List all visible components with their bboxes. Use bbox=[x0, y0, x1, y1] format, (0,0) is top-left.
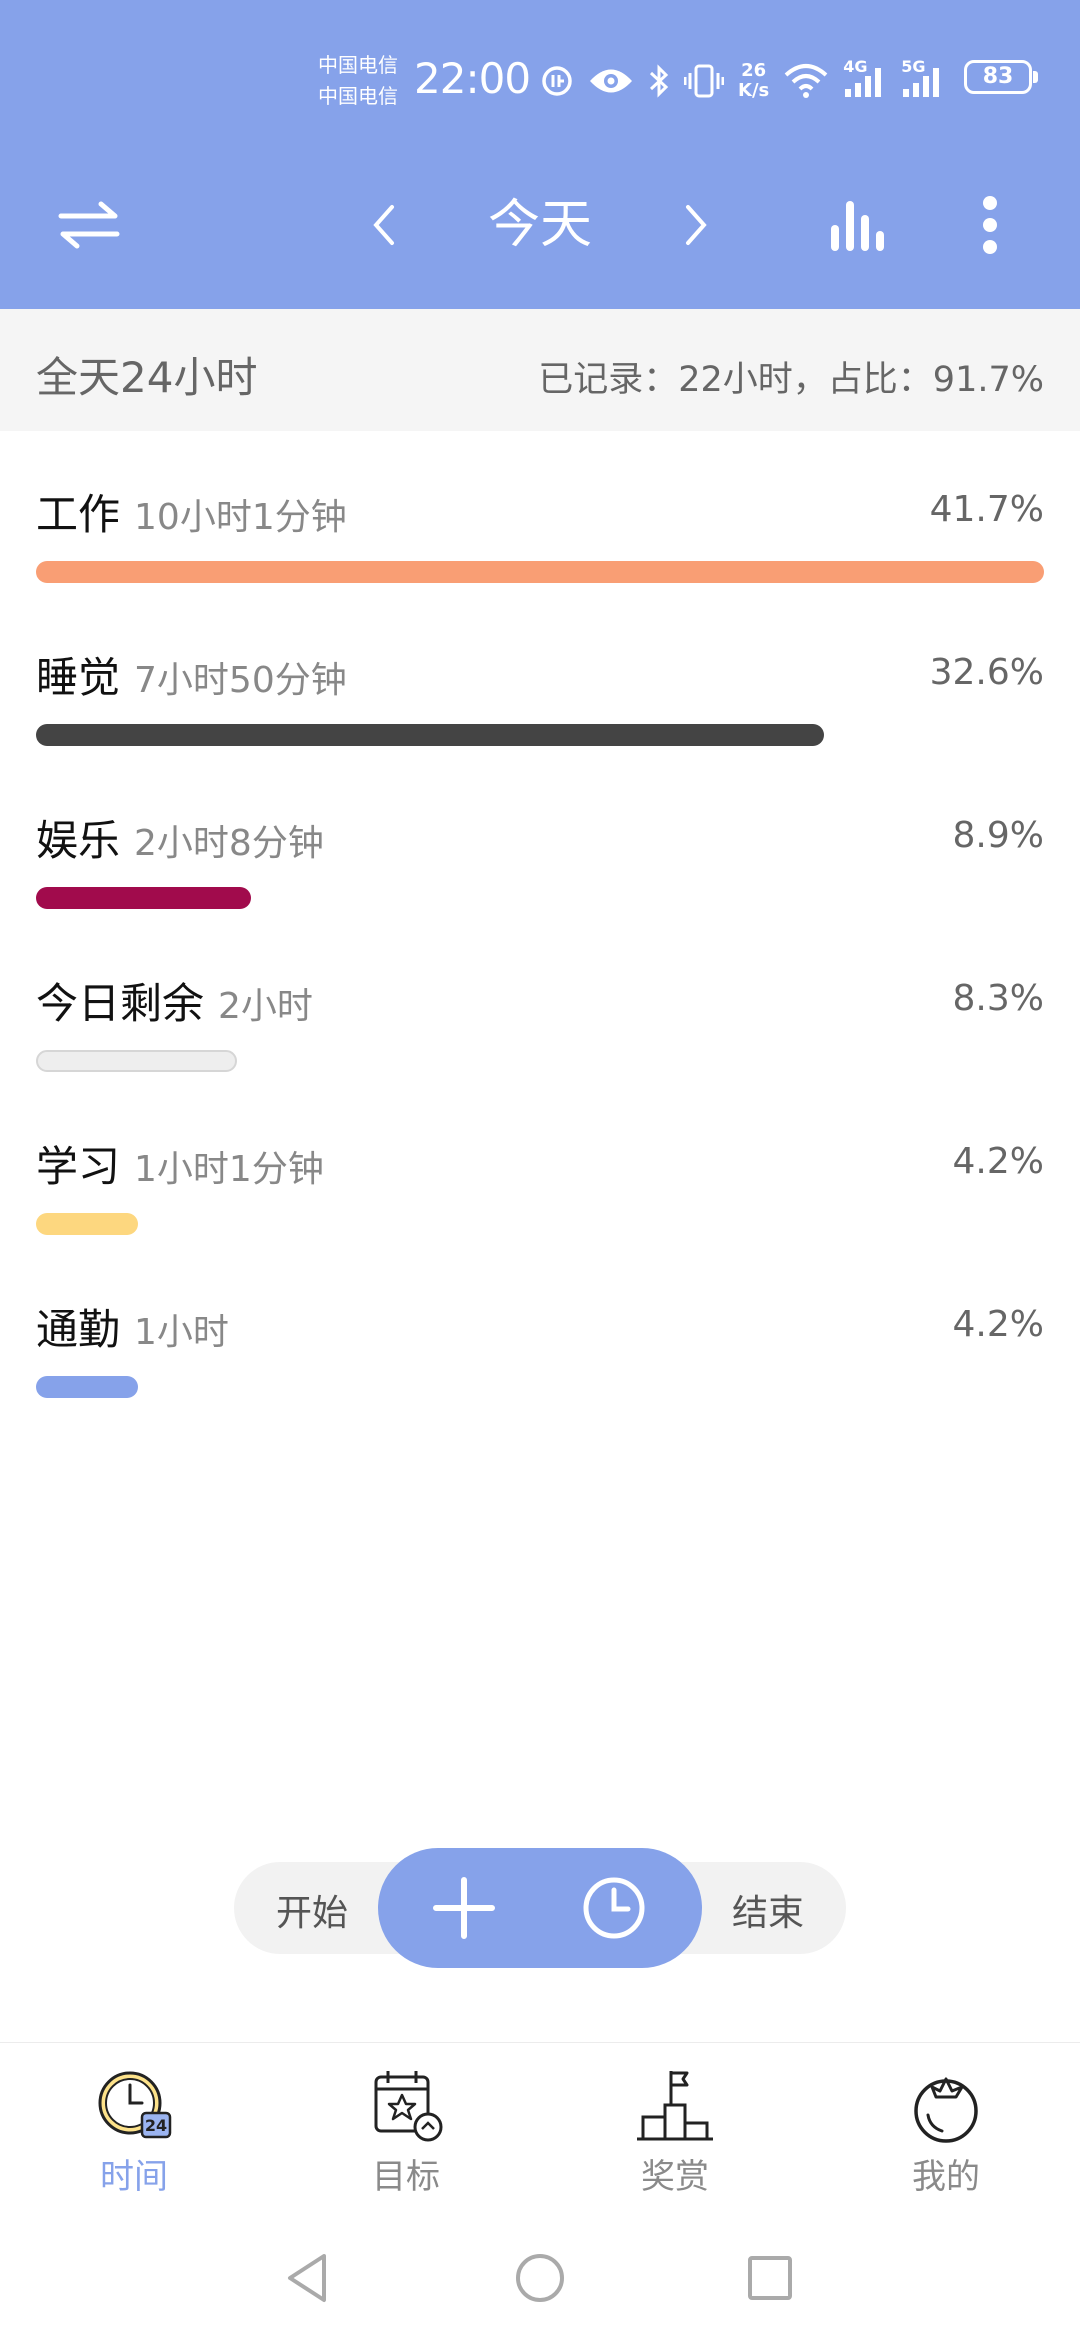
category-bar bbox=[36, 1376, 138, 1398]
nav-item-time[interactable]: 24 时间 bbox=[34, 2065, 234, 2215]
battery-indicator: 83 bbox=[964, 60, 1038, 94]
carrier-2: 中国电信 bbox=[318, 84, 398, 108]
stats-button[interactable] bbox=[803, 170, 913, 280]
category-bar bbox=[36, 561, 1044, 583]
vibrate-icon bbox=[684, 64, 724, 98]
category-name-wrap: 今日剩余 2小时 bbox=[36, 970, 313, 1031]
swap-button[interactable] bbox=[34, 170, 144, 280]
chevron-right-icon bbox=[686, 205, 707, 245]
category-percent: 8.9% bbox=[952, 815, 1044, 856]
eye-icon bbox=[590, 69, 632, 93]
category-percent: 41.7% bbox=[929, 489, 1044, 530]
category-duration: 2小时8分钟 bbox=[134, 823, 324, 864]
plus-icon bbox=[433, 1877, 495, 1939]
nav-item-me[interactable]: 我的 bbox=[846, 2065, 1046, 2215]
system-nav-bar bbox=[0, 2222, 1080, 2340]
tomato-icon bbox=[914, 2077, 978, 2143]
date-title[interactable]: 今天 bbox=[440, 190, 640, 260]
home-icon[interactable] bbox=[513, 2250, 567, 2306]
category-name: 睡觉 bbox=[36, 653, 121, 702]
toolbar: 今天 bbox=[0, 170, 1080, 280]
category-row[interactable]: 通勤 1小时 4.2% bbox=[0, 1246, 1080, 1409]
svg-text:24: 24 bbox=[145, 2116, 167, 2135]
bar-chart-icon bbox=[831, 201, 884, 251]
header: 中国电信 中国电信 22:00 26 K/s 4G 5G 83 今天 bbox=[0, 0, 1080, 309]
signal-5g: 5G bbox=[901, 57, 945, 99]
category-duration: 1小时1分钟 bbox=[134, 1149, 324, 1190]
category-percent: 32.6% bbox=[929, 652, 1044, 693]
category-name: 工作 bbox=[36, 490, 121, 539]
category-name-wrap: 睡觉 7小时50分钟 bbox=[36, 644, 347, 705]
nav-label: 时间 bbox=[100, 2157, 168, 2197]
day-summary: 全天24小时 已记录：22小时，占比：91.7% bbox=[0, 309, 1080, 431]
summary-total: 全天24小时 bbox=[36, 353, 258, 402]
summary-recorded: 已记录：22小时，占比：91.7% bbox=[538, 360, 1044, 400]
category-row[interactable]: 睡觉 7小时50分钟 32.6% bbox=[0, 594, 1080, 757]
clock-24-icon: 24 bbox=[98, 2071, 172, 2139]
category-percent: 8.3% bbox=[952, 978, 1044, 1019]
category-row[interactable]: 学习 1小时1分钟 4.2% bbox=[0, 1083, 1080, 1246]
nav-item-rewards[interactable]: 奖赏 bbox=[575, 2065, 775, 2215]
calendar-star-icon bbox=[374, 2071, 443, 2142]
category-name-wrap: 学习 1小时1分钟 bbox=[36, 1133, 324, 1194]
category-list: 工作 10小时1分钟 41.7% 睡觉 7小时50分钟 32.6% 娱乐 2小时8分钟… bbox=[0, 431, 1080, 1409]
category-name-wrap: 娱乐 2小时8分钟 bbox=[36, 807, 324, 868]
status-time: 22:00 bbox=[414, 54, 531, 103]
category-name: 今日剩余 bbox=[36, 979, 205, 1028]
chevron-left-icon bbox=[373, 205, 394, 245]
category-duration: 10小时1分钟 bbox=[134, 497, 347, 538]
swap-icon bbox=[58, 201, 120, 249]
status-bar: 中国电信 中国电信 22:00 26 K/s 4G 5G 83 bbox=[0, 40, 1080, 120]
category-name: 通勤 bbox=[36, 1305, 121, 1354]
category-name-wrap: 工作 10小时1分钟 bbox=[36, 481, 347, 542]
carrier-1: 中国电信 bbox=[318, 53, 398, 77]
next-day-button[interactable] bbox=[640, 170, 750, 280]
category-row[interactable]: 娱乐 2小时8分钟 8.9% bbox=[0, 757, 1080, 920]
category-bar bbox=[36, 724, 824, 746]
bottom-nav: 24 时间 目标 奖赏 我的 bbox=[0, 2042, 1080, 2223]
recents-icon[interactable] bbox=[744, 2250, 794, 2306]
nav-label: 奖赏 bbox=[641, 2157, 709, 2197]
wifi-icon bbox=[784, 64, 828, 98]
bluetooth-icon bbox=[649, 64, 669, 98]
record-action-bar: 开始 结束 bbox=[234, 1848, 846, 1968]
category-duration: 2小时 bbox=[218, 986, 313, 1027]
timer-button[interactable] bbox=[580, 1874, 648, 1942]
net-speed: 26 K/s bbox=[738, 60, 770, 101]
category-name: 学习 bbox=[36, 1142, 121, 1191]
prev-day-button[interactable] bbox=[330, 170, 440, 280]
category-bar bbox=[36, 1213, 138, 1235]
category-percent: 4.2% bbox=[952, 1141, 1044, 1182]
back-icon[interactable] bbox=[282, 2250, 332, 2306]
carrier-labels: 中国电信 中国电信 bbox=[318, 50, 410, 112]
nav-item-goals[interactable]: 目标 bbox=[306, 2065, 506, 2215]
more-button[interactable] bbox=[935, 170, 1045, 280]
record-controls bbox=[378, 1848, 702, 1968]
more-icon bbox=[983, 196, 997, 254]
category-row[interactable]: 工作 10小时1分钟 41.7% bbox=[0, 431, 1080, 594]
category-name-wrap: 通勤 1小时 bbox=[36, 1296, 229, 1357]
add-record-button[interactable] bbox=[430, 1874, 498, 1942]
signal-4g: 4G bbox=[843, 57, 887, 99]
end-button[interactable]: 结束 bbox=[732, 1884, 804, 1936]
nav-label: 我的 bbox=[912, 2157, 980, 2197]
category-percent: 4.2% bbox=[952, 1304, 1044, 1345]
category-duration: 7小时50分钟 bbox=[134, 660, 347, 701]
category-bar bbox=[36, 1050, 237, 1072]
podium-flag-icon bbox=[637, 2071, 713, 2141]
speed-circle-icon bbox=[542, 66, 572, 96]
category-row[interactable]: 今日剩余 2小时 8.3% bbox=[0, 920, 1080, 1083]
category-bar bbox=[36, 887, 251, 909]
nav-label: 目标 bbox=[372, 2157, 440, 2197]
category-duration: 1小时 bbox=[134, 1312, 229, 1353]
category-name: 娱乐 bbox=[36, 816, 121, 865]
status-icons: 26 K/s 4G 5G bbox=[540, 56, 945, 106]
start-button[interactable]: 开始 bbox=[276, 1884, 348, 1936]
clock-icon bbox=[583, 1877, 645, 1939]
